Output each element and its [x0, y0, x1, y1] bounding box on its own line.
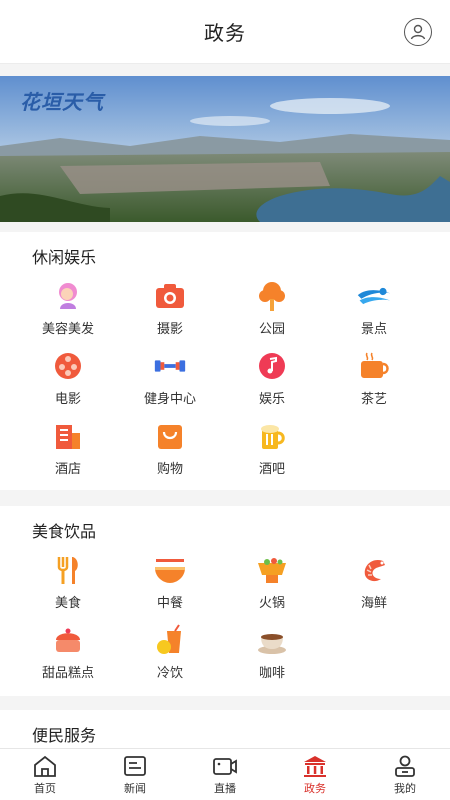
food-section: 美食饮品 美食 中餐 火锅 海鲜 甜品糕点 冷饮 咖啡 [0, 506, 450, 696]
scenic-icon [356, 278, 392, 314]
grid-item-park[interactable]: 公园 [222, 278, 322, 338]
section-title: 休闲娱乐 [32, 248, 97, 267]
government-icon [304, 755, 326, 777]
tab-home[interactable]: 首页 [0, 749, 90, 800]
grid-item-scenic[interactable]: 景点 [324, 278, 424, 338]
section-title: 美食饮品 [32, 522, 97, 541]
dumbbell-icon [152, 348, 188, 384]
cold-drink-icon [152, 622, 188, 658]
banner-carousel[interactable]: 花垣天气 [0, 76, 450, 222]
hotpot-icon [254, 552, 290, 588]
tab-mine[interactable]: 我的 [360, 749, 450, 800]
tab-government[interactable]: 政务 [270, 749, 360, 800]
grid-item-chinese-food[interactable]: 中餐 [120, 552, 220, 612]
grid-item-tea[interactable]: 茶艺 [324, 348, 424, 408]
grid-item-beauty[interactable]: 美容美发 [18, 278, 118, 338]
grid-item-cold-drink[interactable]: 冷饮 [120, 622, 220, 682]
grid-item-hotpot[interactable]: 火锅 [222, 552, 322, 612]
grid-item-bar[interactable]: 酒吧 [222, 418, 322, 478]
park-icon [254, 278, 290, 314]
leisure-section: 休闲娱乐 美容美发 摄影 公园 景点 电影 健身中心 娱乐 茶艺 酒店 购物 酒… [0, 232, 450, 490]
banner-logo-text: 花垣天气 [20, 90, 104, 114]
grid-item-photography[interactable]: 摄影 [120, 278, 220, 338]
page-title: 政务 [204, 21, 246, 45]
top-header: 政务 [0, 0, 450, 64]
video-icon [213, 757, 237, 775]
grid-item-entertainment[interactable]: 娱乐 [222, 348, 322, 408]
page: 政务 花垣天气 休闲娱乐 美容美发 摄影 公园 景点 电影 健身中心 娱乐 茶艺… [0, 0, 450, 800]
tab-live[interactable]: 直播 [180, 749, 270, 800]
home-icon [34, 755, 56, 777]
beer-icon [254, 418, 290, 454]
beauty-icon [50, 278, 86, 314]
grid-item-dessert[interactable]: 甜品糕点 [18, 622, 118, 682]
news-icon [124, 755, 146, 776]
grid-item-shopping[interactable]: 购物 [120, 418, 220, 478]
shopping-icon [152, 418, 188, 454]
grid-item-film[interactable]: 电影 [18, 348, 118, 408]
noodle-bowl-icon [152, 552, 188, 588]
bottom-tab-bar: 首页 新闻 直播 政务 我的 [0, 748, 450, 800]
section-title: 便民服务 [32, 726, 97, 745]
film-icon [50, 348, 86, 384]
music-icon [254, 348, 290, 384]
coffee-icon [254, 622, 290, 658]
grid-item-hotel[interactable]: 酒店 [18, 418, 118, 478]
grid-item-food[interactable]: 美食 [18, 552, 118, 612]
profile-button[interactable] [404, 18, 432, 46]
tea-icon [356, 348, 392, 384]
grid-item-seafood[interactable]: 海鲜 [324, 552, 424, 612]
cake-icon [50, 622, 86, 658]
services-section: 便民服务 [0, 710, 450, 750]
hotel-icon [50, 418, 86, 454]
user-icon [395, 755, 415, 777]
fork-knife-icon [50, 552, 86, 588]
tab-news[interactable]: 新闻 [90, 749, 180, 800]
camera-icon [152, 278, 188, 314]
grid-item-coffee[interactable]: 咖啡 [222, 622, 322, 682]
grid-item-fitness[interactable]: 健身中心 [120, 348, 220, 408]
shrimp-icon [356, 552, 392, 588]
user-avatar-icon [410, 24, 426, 40]
